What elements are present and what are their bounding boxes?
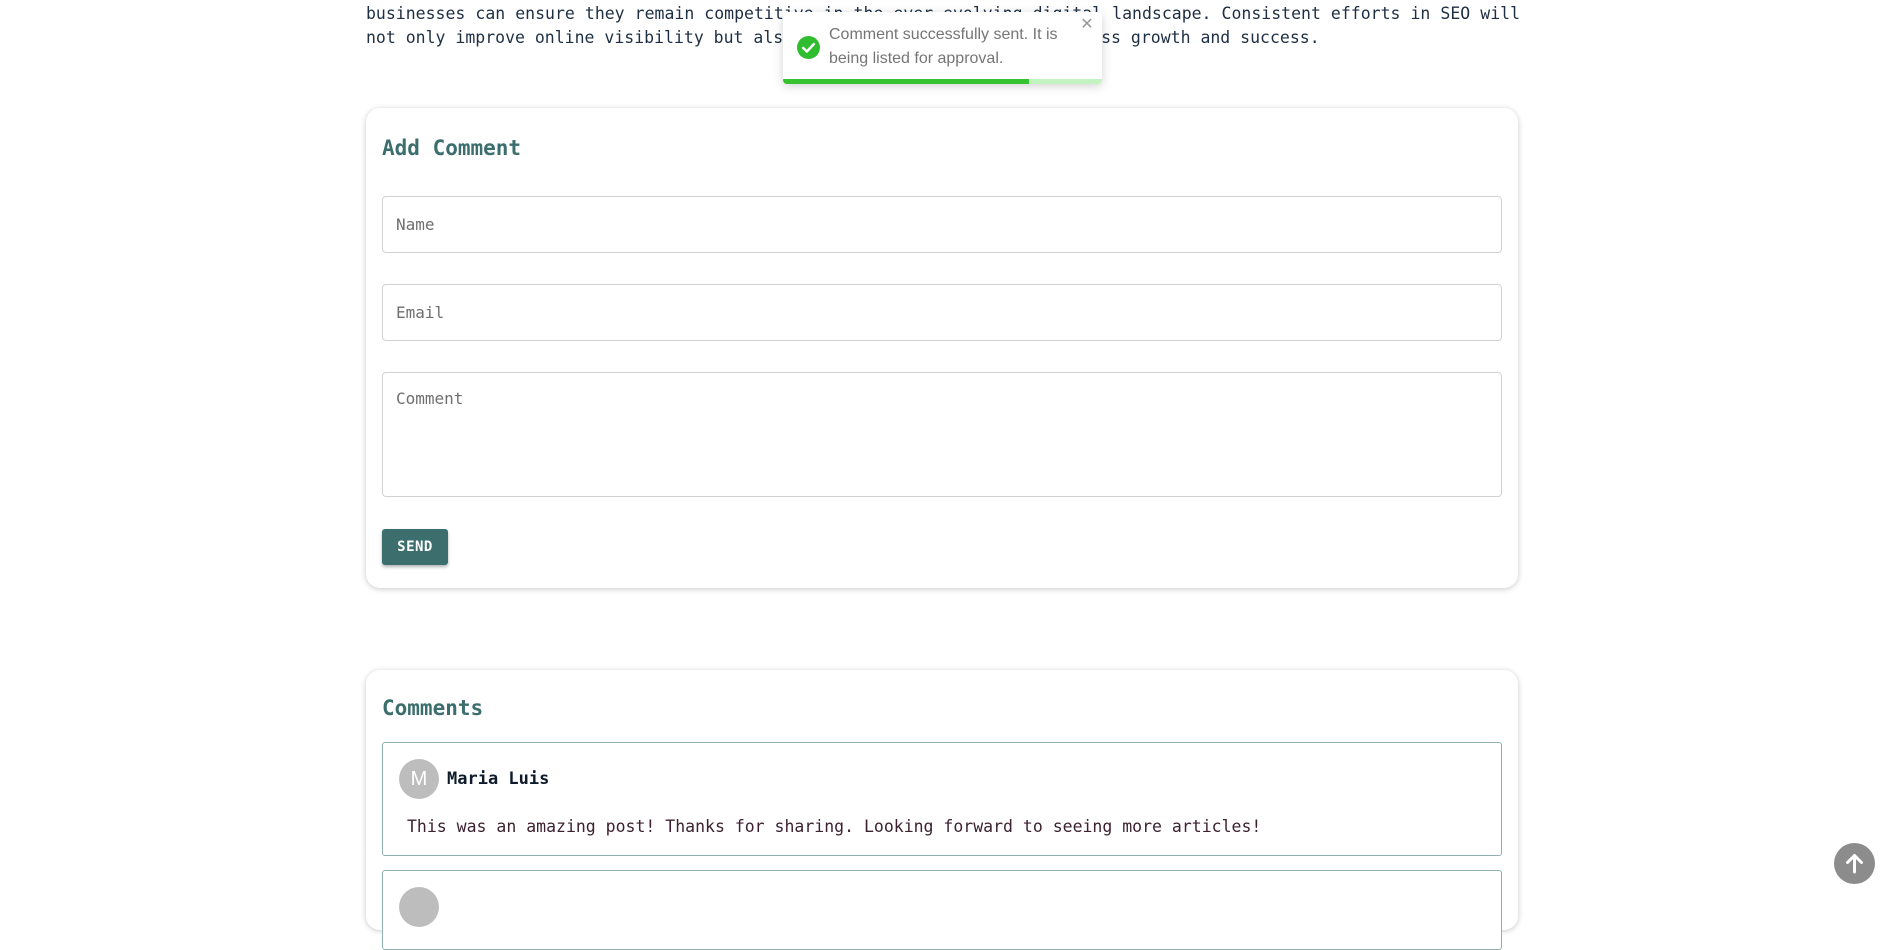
toast-progress-track [783, 79, 1102, 84]
success-toast: Comment successfully sent. It is being l… [783, 12, 1102, 84]
scroll-to-top-button[interactable] [1834, 843, 1875, 884]
comment-item [382, 870, 1502, 950]
email-input[interactable] [382, 284, 1502, 341]
add-comment-title: Add Comment [382, 136, 522, 160]
check-circle-icon [797, 36, 820, 59]
send-button[interactable]: SEND [382, 529, 448, 565]
comment-text: This was an amazing post! Thanks for sha… [407, 817, 1262, 836]
add-comment-card: Add Comment SEND [366, 108, 1518, 588]
toast-message: Comment successfully sent. It is being l… [829, 26, 1058, 67]
avatar [399, 887, 439, 927]
toast-progress-bar [783, 79, 1029, 84]
comments-card: Comments M Maria Luis This was an amazin… [366, 670, 1518, 950]
comment-author: Maria Luis [447, 769, 550, 789]
name-input[interactable] [382, 196, 1502, 253]
comment-textarea[interactable] [382, 372, 1502, 497]
close-icon[interactable]: ✕ [1078, 16, 1096, 34]
arrow-up-icon [1834, 854, 1875, 888]
comments-title: Comments [382, 696, 484, 720]
avatar: M [399, 759, 439, 799]
comment-item: M Maria Luis This was an amazing post! T… [382, 742, 1502, 856]
